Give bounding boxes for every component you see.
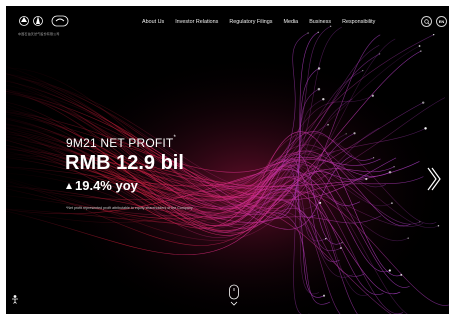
nav-about-us[interactable]: About Us <box>142 19 164 25</box>
hero-kicker-text: 9M21 NET PROFIT <box>66 136 174 150</box>
nav-regulatory-filings[interactable]: Regulatory Filings <box>229 19 272 25</box>
nav-investor-relations[interactable]: Investor Relations <box>175 19 218 25</box>
search-button[interactable] <box>421 16 432 27</box>
mouse-scroll-icon[interactable] <box>228 284 240 308</box>
top-navigation: 中国石油天然气股份有限公司 About Us Investor Relation… <box>6 6 449 36</box>
hero-banner: 中国石油天然气股份有限公司 About Us Investor Relation… <box>6 6 449 314</box>
nav-media[interactable]: Media <box>284 19 299 25</box>
search-icon <box>423 18 430 25</box>
nav-responsibility[interactable]: Responsibility <box>342 19 375 25</box>
hero-footnote: *Net profit represented profit attributa… <box>66 206 193 210</box>
hero-growth: 19.4% yoy <box>66 178 138 193</box>
hero-headline: RMB 12.9 bil <box>65 152 184 174</box>
hero-kicker: 9M21 NET PROFIT* <box>66 135 177 150</box>
logo-caption: 中国石油天然气股份有限公司 <box>18 32 60 36</box>
company-logo[interactable] <box>18 12 76 32</box>
triangle-up-icon <box>66 182 72 189</box>
growth-value: 19.4% yoy <box>75 178 138 193</box>
nav-business[interactable]: Business <box>309 19 331 25</box>
language-toggle-button[interactable]: EN <box>436 16 447 27</box>
main-nav: About Us Investor Relations Regulatory F… <box>142 16 375 28</box>
accessibility-icon[interactable] <box>10 294 20 304</box>
chevron-right-icon[interactable] <box>426 166 442 192</box>
footnote-mark: * <box>173 135 177 141</box>
